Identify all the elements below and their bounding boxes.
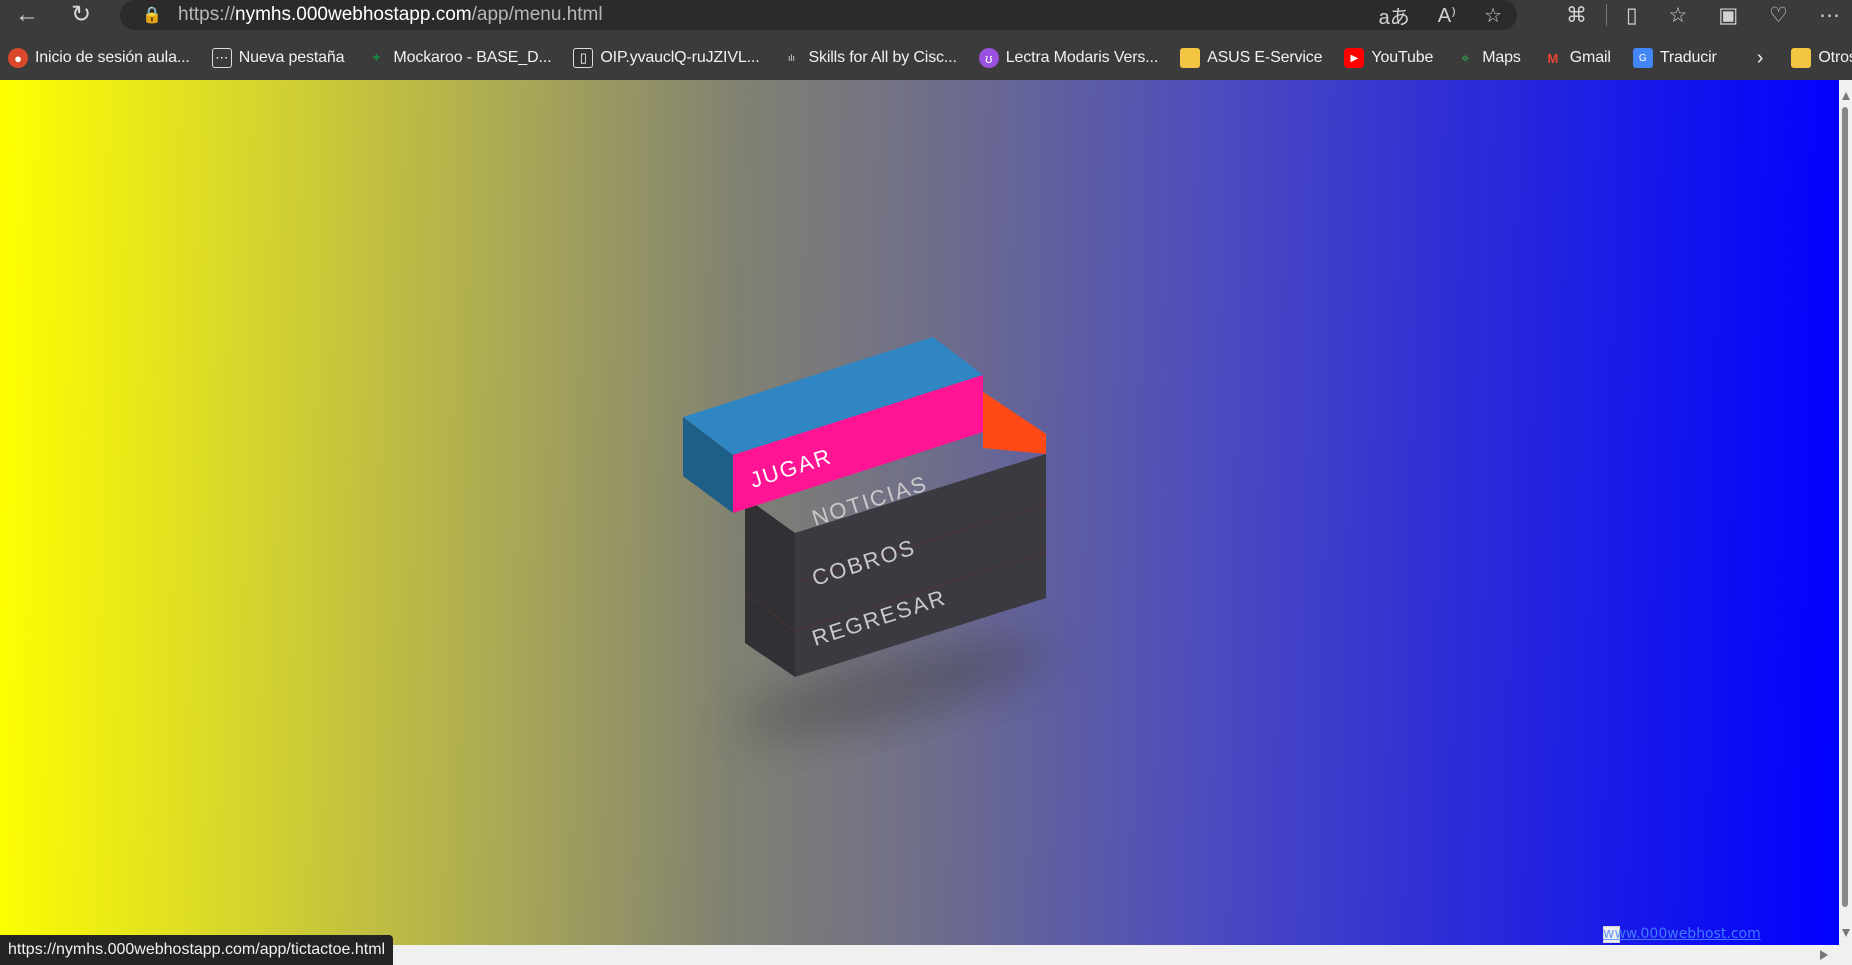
bookmark-label: Maps [1482, 49, 1521, 66]
folder-icon: ▰ [1180, 48, 1201, 68]
cisco-icon: ılı [787, 53, 795, 63]
vertical-scrollbar[interactable] [1839, 80, 1852, 945]
bookmark-label: Gmail [1569, 49, 1611, 66]
bookmark-moodle[interactable]: ● Inicio de sesión aula... [8, 48, 190, 68]
url-host: nymhs.000webhostapp.com [235, 4, 472, 25]
other-favorites-label: Otros favoritos [1818, 49, 1852, 66]
bookmark-label: Inicio de sesión aula... [35, 49, 190, 66]
translate-icon: G [1632, 48, 1653, 68]
menu-3d: JUGAR NOTICIAS COBROS REGRESAR [0, 80, 1839, 945]
split-screen-icon[interactable]: ▯ [1626, 3, 1638, 28]
youtube-icon: ▶ [1344, 48, 1365, 68]
page-viewport: JUGAR NOTICIAS COBROS REGRESAR [0, 80, 1839, 945]
bookmark-label: Traducir [1659, 49, 1717, 66]
bookmark-label: YouTube [1371, 49, 1434, 66]
toolbar-divider [1605, 4, 1607, 26]
url-path: /app/menu.html [471, 4, 603, 25]
favorite-star-icon[interactable]: ☆ [1484, 3, 1502, 28]
bookmarks-bar: ● Inicio de sesión aula... ⋯ Nueva pesta… [0, 44, 1852, 72]
maps-icon: ⌖ [1461, 49, 1470, 67]
bookmark-translate[interactable]: G Traducir [1632, 48, 1717, 68]
bookmark-file[interactable]: ▯ OIP.yvauclQ-ruJZIVL... [573, 48, 760, 68]
performance-icon[interactable]: ♡ [1769, 3, 1788, 28]
webhost-watermark-link[interactable]: www.000webhost.com [1603, 926, 1823, 944]
more-bookmarks-button[interactable]: › [1757, 47, 1764, 70]
bookmark-label: Nueva pestaña [238, 49, 345, 66]
browser-chrome: ← ↻ 🔒 https:// nymhs.000webhostapp.com /… [0, 0, 1852, 80]
bookmark-label: ASUS E-Service [1207, 49, 1323, 66]
address-actions: aあ A⁾ ☆ [1379, 0, 1502, 30]
bookmark-gmail[interactable]: M Gmail [1543, 48, 1611, 68]
bookmark-maps[interactable]: ⌖ Maps [1455, 48, 1521, 68]
bookmark-asus[interactable]: ▰ ASUS E-Service [1180, 48, 1323, 68]
bookmark-new-tab[interactable]: ⋯ Nueva pestaña [211, 48, 345, 68]
bookmark-youtube[interactable]: ▶ YouTube [1344, 48, 1433, 68]
translate-page-icon[interactable]: aあ [1379, 1, 1410, 30]
gmail-icon: M [1547, 50, 1559, 66]
read-aloud-icon[interactable]: A⁾ [1438, 3, 1456, 28]
bookmark-label: Lectra Modaris Vers... [1005, 49, 1159, 66]
refresh-icon[interactable]: ↻ [64, 0, 98, 30]
extensions-icon[interactable]: ⌘ [1566, 3, 1587, 28]
scroll-up-icon[interactable] [1842, 92, 1850, 100]
menu-body-side [745, 497, 795, 677]
scroll-down-icon[interactable] [1842, 929, 1850, 937]
new-tab-icon: ⋯ [211, 48, 232, 68]
more-options-icon[interactable]: ⋯ [1819, 3, 1840, 28]
bookmark-label: Mockaroo - BASE_D... [393, 49, 552, 66]
bookmark-label: OIP.yvauclQ-ruJZIVL... [600, 49, 760, 66]
file-icon: ▯ [573, 48, 594, 68]
browser-toolbar: ⌘ ▯ ☆ ▣ ♡ ⋯ [1566, 0, 1840, 30]
collections-icon[interactable]: ▣ [1718, 3, 1738, 28]
bookmark-cisco[interactable]: ılı Skills for All by Cisc... [782, 48, 957, 68]
url-scheme: https:// [178, 4, 236, 25]
bookmark-label: Skills for All by Cisc... [808, 49, 957, 66]
back-icon[interactable]: ← [10, 0, 44, 30]
status-bar-url: https://nymhs.000webhostapp.com/app/tict… [0, 935, 394, 965]
folder-icon: ▰ [1791, 48, 1812, 68]
moodle-icon: ● [8, 48, 28, 68]
menu-3d-svg: JUGAR NOTICIAS COBROS REGRESAR [683, 337, 1051, 737]
favorites-list-icon[interactable]: ☆ [1669, 3, 1688, 28]
lectra-icon: ʊ [978, 48, 999, 68]
lock-icon: 🔒 [142, 7, 162, 24]
bookmark-mockaroo[interactable]: ✦ Mockaroo - BASE_D... [366, 48, 552, 68]
address-bar[interactable]: 🔒 https:// nymhs.000webhostapp.com /app/… [120, 0, 1517, 30]
scroll-thumb[interactable] [1842, 107, 1848, 907]
bookmark-lectra[interactable]: ʊ Lectra Modaris Vers... [978, 48, 1159, 68]
other-favorites[interactable]: ▰ Otros favoritos [1791, 48, 1852, 68]
mockaroo-icon: ✦ [370, 50, 382, 65]
scroll-right-icon[interactable] [1820, 950, 1828, 960]
chevron-right-icon: › [1756, 46, 1764, 69]
accent-side-block [983, 392, 1046, 454]
